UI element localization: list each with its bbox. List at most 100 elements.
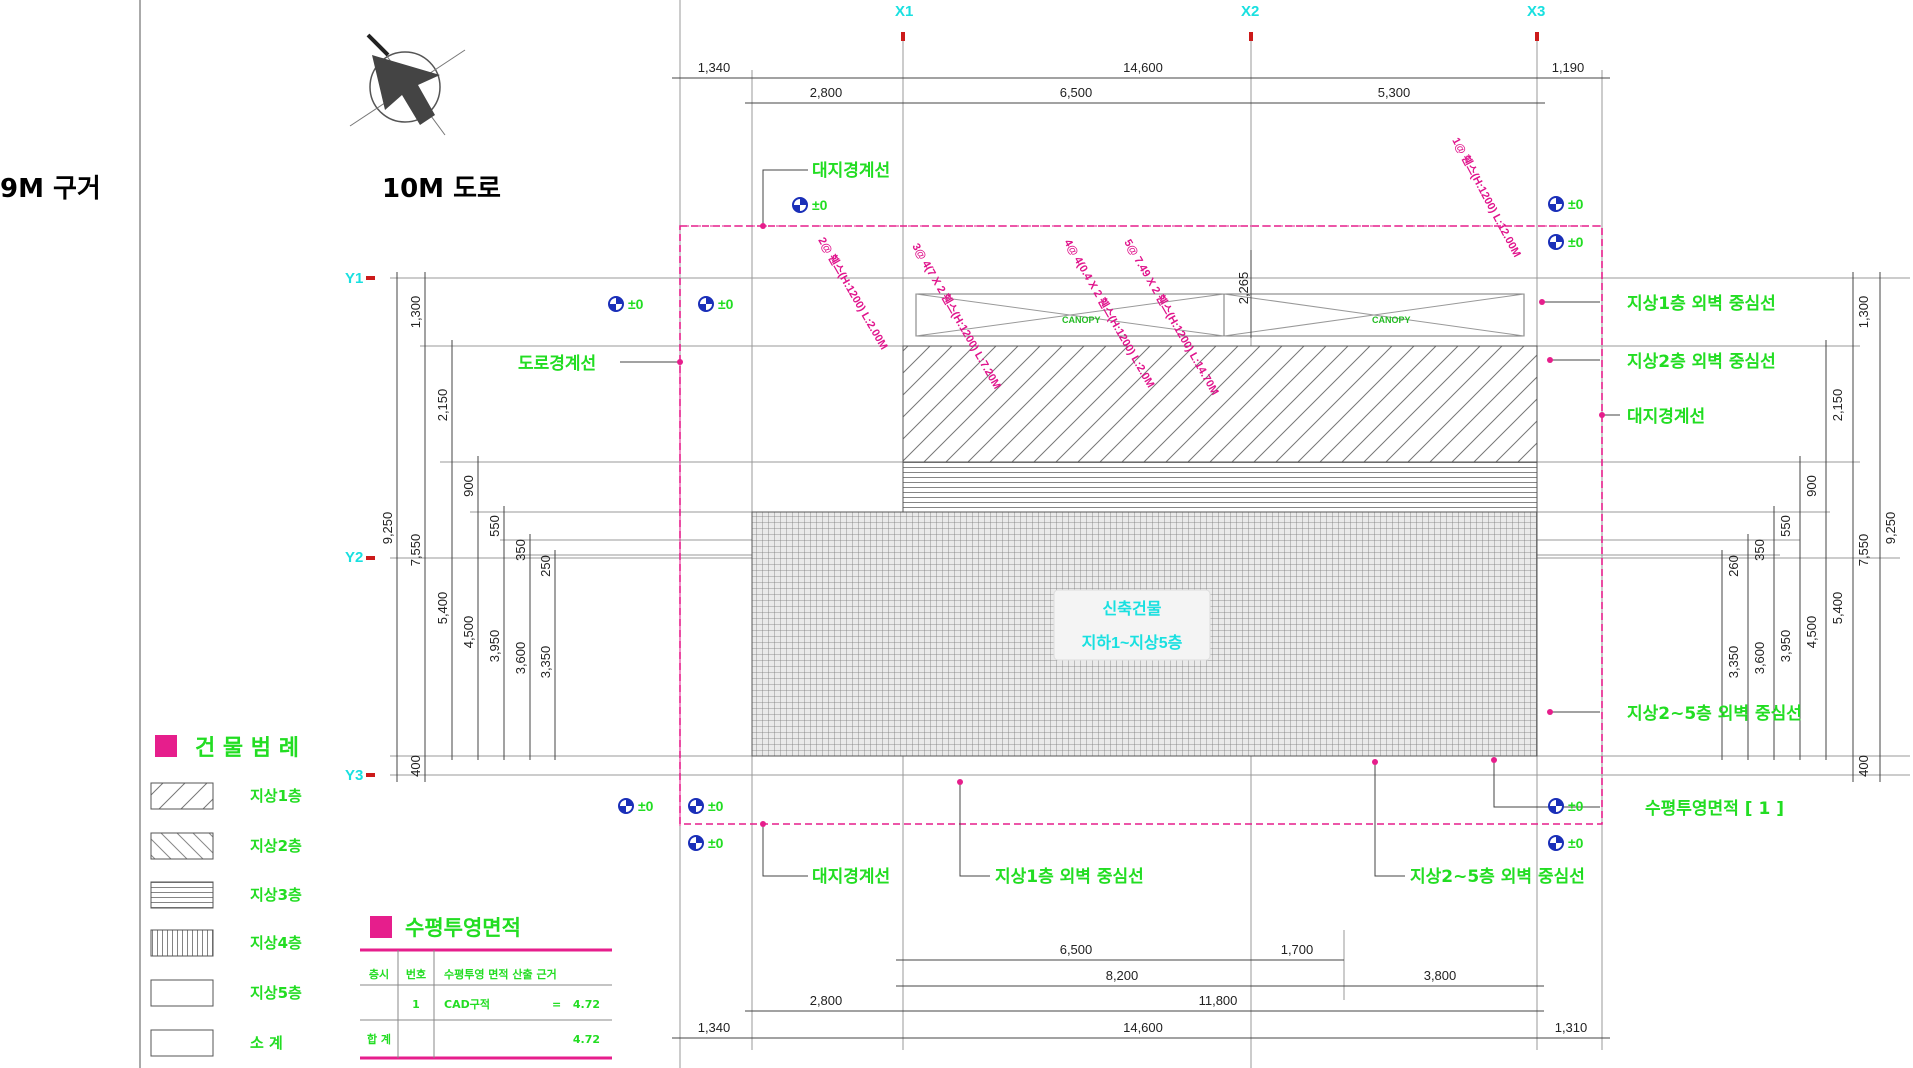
svg-text:±0: ±0	[718, 296, 734, 312]
level-mark-icon: ±0	[688, 798, 724, 814]
axis-x3: X3	[1527, 3, 1545, 20]
top-road-label: 10M 도로	[382, 174, 501, 204]
dim-top-2: 14,600	[1123, 60, 1163, 75]
legend-swatch-floor4	[150, 929, 214, 957]
site-boundary-label-bottom: 대지경계선	[812, 867, 890, 887]
bottom-dimension-labels: 6,500 1,700 8,200 3,800 2,800 11,800 1,3…	[698, 942, 1588, 1035]
fence-note-1: 2@ 휀스(H:1200) L:2.00M	[815, 235, 891, 352]
road-boundary-label: 도로경계선	[518, 354, 596, 374]
table-row2-floor: 합 계	[367, 1032, 391, 1046]
building-floors: 지하1~지상5층	[1082, 634, 1183, 652]
level-mark-icon: ±0	[608, 296, 644, 312]
dim-bot-1: 6,500	[1060, 942, 1093, 957]
legend-swatch-floor1	[150, 782, 214, 810]
dim-left-2: 1,300	[408, 296, 423, 329]
dim-right-5: 900	[1804, 475, 1819, 497]
site-plan-drawing: 9M 구거 10M 도로 X1 X2 X3 Y1 Y2 Y3 1,340 14,…	[0, 0, 1910, 1068]
dim-left-1: 9,250	[380, 512, 395, 545]
dim-left-5: 2,150	[435, 389, 450, 422]
dim-bot-8: 14,600	[1123, 1020, 1163, 1035]
canopy-label-1: CANOPY	[1062, 315, 1101, 325]
dim-top-1: 1,340	[698, 60, 731, 75]
svg-text:±0: ±0	[628, 296, 644, 312]
dim-right-6: 5,400	[1830, 592, 1845, 625]
canopy-label-2: CANOPY	[1372, 315, 1411, 325]
dim-bot-7: 1,340	[698, 1020, 731, 1035]
area-table-title: 수평투영면적	[405, 916, 521, 940]
horizontal-projection-label: 수평투영면적 [ 1 ]	[1645, 799, 1784, 819]
table-row1-eq: =	[552, 998, 561, 1011]
floor2-wall-label: 지상2층 외벽 중심선	[1627, 352, 1776, 372]
level-mark-icon: ±0	[1548, 234, 1584, 250]
legend-swatch-subtotal	[150, 1029, 214, 1057]
table-row2-value: 4.72	[573, 1033, 600, 1046]
axis-y3: Y3	[345, 767, 363, 784]
area-table-bullet	[370, 916, 392, 938]
dim-right-4: 7,550	[1856, 534, 1871, 567]
dim-left-12: 3,600	[513, 642, 528, 675]
svg-text:±0: ±0	[1568, 196, 1584, 212]
svg-text:±0: ±0	[1568, 234, 1584, 250]
floor2-5-wall-label-right: 지상2~5층 외벽 중심선	[1627, 704, 1802, 724]
dim-right-11: 260	[1726, 555, 1741, 577]
legend-item-floor3: 지상3층	[250, 886, 302, 904]
axis-y2: Y2	[345, 549, 363, 566]
dim-left-6: 5,400	[435, 592, 450, 625]
legend-item-floor5: 지상5층	[250, 984, 302, 1002]
dim-top-6: 5,300	[1378, 85, 1411, 100]
table-row1-no: 1	[412, 998, 420, 1011]
legend: 건 물 범 례 지상1층 지상2층 지상3층 지상4층 지상5층 소 계	[150, 735, 302, 1057]
dim-bot-9: 1,310	[1555, 1020, 1588, 1035]
floor2-area	[902, 345, 1538, 463]
dim-right-14: 400	[1856, 755, 1871, 777]
dim-inner: 2,265	[1236, 272, 1251, 305]
dim-right-7: 550	[1778, 515, 1793, 537]
floor1-wall-label: 지상1층 외벽 중심선	[1627, 294, 1776, 314]
floor1-wall-label-bottom: 지상1층 외벽 중심선	[995, 867, 1144, 887]
legend-item-floor2: 지상2층	[250, 837, 302, 855]
svg-text:±0: ±0	[708, 835, 724, 851]
dim-right-10: 3,950	[1778, 630, 1793, 663]
site-boundary-label-top: 대지경계선	[812, 161, 890, 181]
dim-bot-4: 3,800	[1424, 968, 1457, 983]
building-label: 신축건물 지하1~지상5층	[1053, 589, 1211, 661]
table-header-basis: 수평투영 면적 산출 근거	[444, 967, 557, 981]
axis-x1: X1	[895, 3, 913, 20]
floor2-5-wall-label-bottom: 지상2~5층 외벽 중심선	[1410, 867, 1585, 887]
level-mark-icon: ±0	[698, 296, 734, 312]
dim-left-9: 550	[487, 515, 502, 537]
svg-text:±0: ±0	[1568, 798, 1584, 814]
level-mark-icon: ±0	[792, 197, 828, 213]
legend-swatch-floor3	[150, 881, 214, 909]
legend-title: 건 물 범 례	[195, 736, 299, 761]
level-mark-icon: ±0	[1548, 835, 1584, 851]
canopy-area	[915, 293, 1525, 337]
left-dimension-lines	[396, 272, 556, 782]
north-arrow-icon	[349, 33, 466, 136]
svg-text:±0: ±0	[1568, 835, 1584, 851]
dim-top-4: 2,800	[810, 85, 843, 100]
floor3-area	[902, 461, 1538, 513]
dim-top-3: 1,190	[1552, 60, 1585, 75]
table-header-no: 번호	[406, 967, 426, 981]
dim-left-14: 3,350	[538, 646, 553, 679]
dim-left-10: 3,950	[487, 630, 502, 663]
level-mark-icon: ±0	[618, 798, 654, 814]
svg-text:±0: ±0	[708, 798, 724, 814]
site-boundary-label-right: 대지경계선	[1627, 407, 1705, 427]
level-mark-icon: ±0	[1548, 798, 1584, 814]
dim-right-2: 9,250	[1883, 512, 1898, 545]
svg-text:±0: ±0	[638, 798, 654, 814]
dim-right-3: 2,150	[1830, 389, 1845, 422]
dim-right-13: 3,350	[1726, 646, 1741, 679]
level-mark-icon: ±0	[1548, 196, 1584, 212]
dim-left-7: 900	[461, 475, 476, 497]
table-row1-value: 4.72	[573, 998, 600, 1011]
dim-left-4: 400	[408, 755, 423, 777]
dim-left-8: 4,500	[461, 616, 476, 649]
left-road-label: 9M 구거	[0, 174, 101, 204]
dim-bot-5: 2,800	[810, 993, 843, 1008]
dim-left-11: 350	[513, 539, 528, 561]
dim-left-13: 250	[538, 555, 553, 577]
axis-x2: X2	[1241, 3, 1259, 20]
